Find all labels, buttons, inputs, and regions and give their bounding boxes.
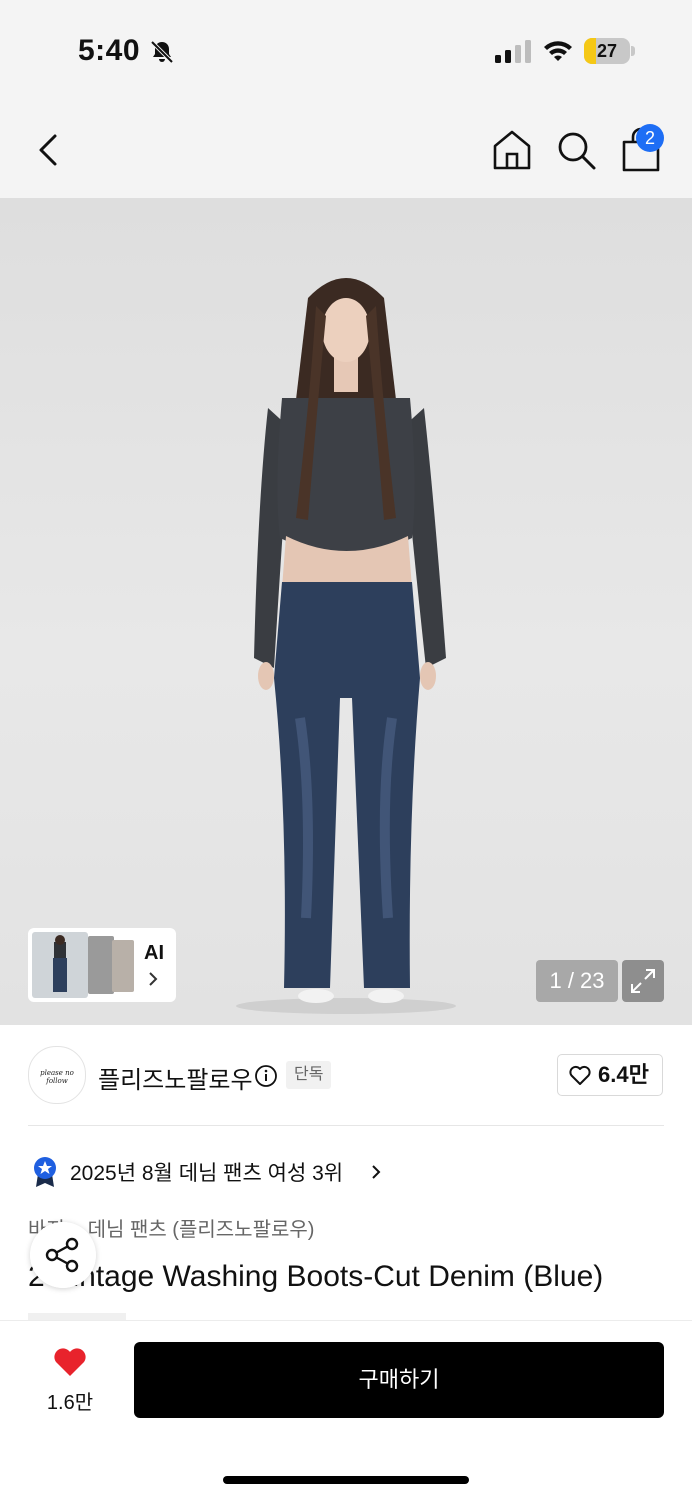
buy-button[interactable]: 구매하기 xyxy=(134,1342,664,1418)
battery-percent: 27 xyxy=(596,41,618,61)
image-page-counter: 1 / 23 xyxy=(536,960,618,1002)
home-icon[interactable] xyxy=(490,128,534,172)
home-indicator[interactable] xyxy=(223,1476,469,1484)
chevron-right-icon[interactable] xyxy=(370,1163,382,1181)
ai-thumbnail xyxy=(88,936,114,994)
status-time: 5:40 xyxy=(78,34,141,67)
rank-badge-icon xyxy=(34,1157,56,1187)
expand-icon[interactable] xyxy=(622,960,664,1002)
ai-recommend-card[interactable]: AI xyxy=(28,928,176,1002)
battery-body: 27 xyxy=(584,38,630,64)
cellular-signal-icon xyxy=(495,40,531,63)
cart-count-badge: 2 xyxy=(636,124,664,152)
info-icon[interactable] xyxy=(254,1064,278,1088)
product-photo[interactable] xyxy=(0,198,692,1025)
model-illustration xyxy=(236,278,456,1014)
wish-count: 1.6만 xyxy=(46,1392,94,1414)
ai-thumbnail xyxy=(112,940,134,992)
ai-label: AI xyxy=(144,942,164,964)
battery-icon: 27 xyxy=(584,38,636,64)
share-icon[interactable] xyxy=(30,1222,96,1288)
brand-logo[interactable]: please no follow xyxy=(28,1046,86,1104)
heart-outline-icon xyxy=(569,1065,591,1085)
wifi-icon xyxy=(544,41,572,61)
brand-like-count: 6.4만 xyxy=(598,1062,649,1087)
exclusive-badge: 단독 xyxy=(286,1061,332,1089)
brand-name[interactable]: 플리즈노팔로우 xyxy=(98,1060,253,1095)
back-icon[interactable] xyxy=(28,128,72,172)
heart-filled-icon[interactable] xyxy=(52,1346,88,1378)
chevron-right-icon xyxy=(149,972,158,986)
bell-slash-icon xyxy=(150,40,174,64)
search-icon[interactable] xyxy=(554,128,598,172)
ai-thumbnail xyxy=(32,932,88,998)
brand-like-button[interactable]: 6.4만 xyxy=(557,1054,663,1096)
battery-cap xyxy=(631,46,635,56)
ranking-text[interactable]: 2025년 8월 데님 팬츠 여성 3위 xyxy=(70,1157,343,1187)
divider xyxy=(28,1125,664,1126)
product-title: 2 Vintage Washing Boots-Cut Denim (Blue) xyxy=(28,1260,604,1293)
